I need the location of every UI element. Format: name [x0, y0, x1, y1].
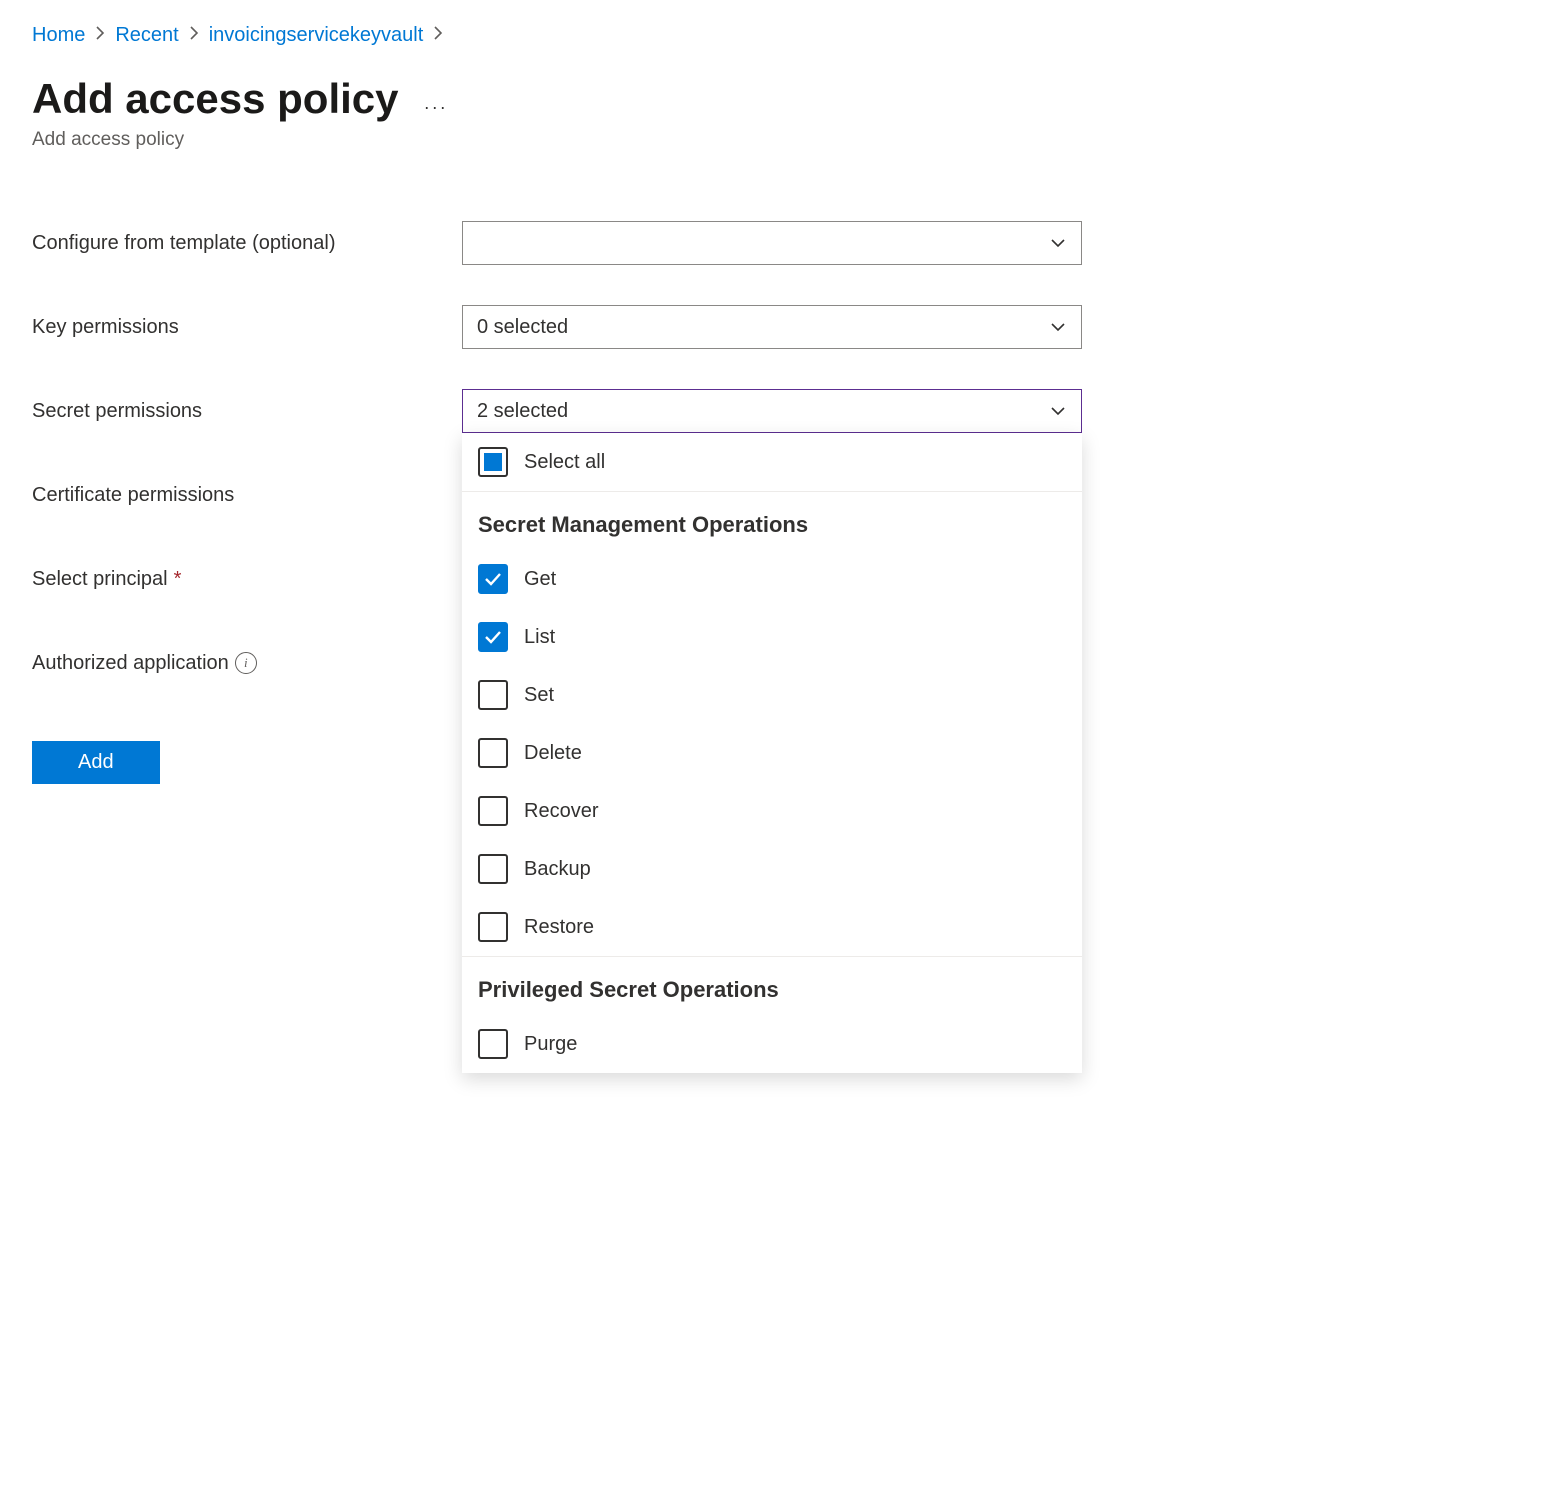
breadcrumb: Home Recent invoicingservicekeyvault	[32, 24, 1533, 47]
label-certificate-permissions: Certificate permissions	[32, 484, 462, 507]
dropdown-option-label: Restore	[524, 916, 594, 939]
dropdown-group-header: Secret Management Operations	[462, 492, 1082, 550]
dropdown-select-all-label: Select all	[524, 451, 605, 474]
checkbox-select-all[interactable]	[478, 447, 508, 477]
dropdown-option-label: Set	[524, 684, 554, 707]
select-template[interactable]	[462, 221, 1082, 265]
row-secret-permissions: Secret permissions 2 selected Select all…	[32, 389, 1533, 433]
dropdown-select-all[interactable]: Select all	[462, 433, 1082, 491]
dropdown-group-header: Privileged Secret Operations	[462, 957, 1082, 1015]
checkbox[interactable]	[478, 796, 508, 826]
label-secret-permissions: Secret permissions	[32, 400, 462, 423]
chevron-right-icon	[189, 26, 199, 45]
checkbox[interactable]	[478, 738, 508, 768]
chevron-down-icon	[1049, 318, 1067, 336]
dropdown-option-label: Purge	[524, 1033, 577, 1056]
page-title: Add access policy	[32, 75, 399, 123]
label-select-principal: Select principal *	[32, 568, 462, 591]
label-authorized-application-text: Authorized application	[32, 652, 229, 675]
dropdown-secret-permissions: Select all Secret Management Operations Ge…	[462, 433, 1082, 1073]
required-asterisk: *	[174, 568, 182, 591]
chevron-down-icon	[1049, 234, 1067, 252]
dropdown-option[interactable]: Get	[462, 550, 1082, 608]
checkbox[interactable]	[478, 622, 508, 652]
more-icon[interactable]: ···	[424, 97, 448, 118]
label-select-principal-text: Select principal	[32, 568, 168, 591]
breadcrumb-link-recent[interactable]: Recent	[115, 24, 178, 47]
breadcrumb-link-home[interactable]: Home	[32, 24, 85, 47]
checkbox[interactable]	[478, 1029, 508, 1059]
dropdown-option[interactable]: Restore	[462, 898, 1082, 956]
dropdown-option[interactable]: List	[462, 608, 1082, 666]
chevron-right-icon	[433, 26, 443, 45]
dropdown-option-label: Backup	[524, 858, 591, 881]
page-header: Add access policy ··· Add access policy	[32, 75, 1533, 151]
add-button[interactable]: Add	[32, 741, 160, 784]
select-secret-permissions[interactable]: 2 selected	[462, 389, 1082, 433]
checkbox[interactable]	[478, 912, 508, 942]
select-secret-value: 2 selected	[477, 400, 568, 423]
chevron-down-icon	[1049, 402, 1067, 420]
dropdown-option-label: Delete	[524, 742, 582, 765]
dropdown-option[interactable]: Set	[462, 666, 1082, 724]
breadcrumb-link-resource[interactable]: invoicingservicekeyvault	[209, 24, 424, 47]
row-key-permissions: Key permissions 0 selected	[32, 305, 1533, 349]
dropdown-option-label: Recover	[524, 800, 598, 823]
dropdown-option[interactable]: Delete	[462, 724, 1082, 782]
dropdown-option[interactable]: Backup	[462, 840, 1082, 898]
dropdown-option-label: List	[524, 626, 555, 649]
page-subtitle: Add access policy	[32, 129, 1533, 151]
row-template: Configure from template (optional)	[32, 221, 1533, 265]
label-template: Configure from template (optional)	[32, 232, 462, 255]
checkbox[interactable]	[478, 564, 508, 594]
select-key-value: 0 selected	[477, 316, 568, 339]
label-authorized-application: Authorized application i	[32, 652, 462, 675]
chevron-right-icon	[95, 26, 105, 45]
checkbox[interactable]	[478, 854, 508, 884]
label-key-permissions: Key permissions	[32, 316, 462, 339]
info-icon[interactable]: i	[235, 652, 257, 674]
select-key-permissions[interactable]: 0 selected	[462, 305, 1082, 349]
dropdown-option[interactable]: Recover	[462, 782, 1082, 840]
checkbox[interactable]	[478, 680, 508, 710]
dropdown-option-label: Get	[524, 568, 556, 591]
dropdown-option[interactable]: Purge	[462, 1015, 1082, 1073]
